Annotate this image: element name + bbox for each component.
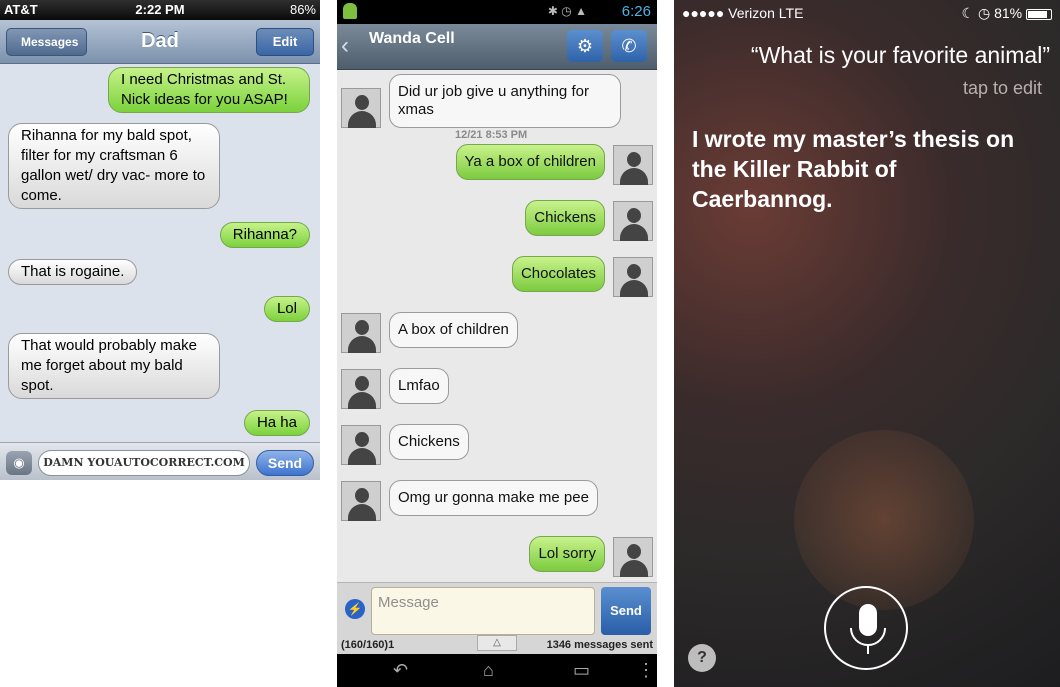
messages-sent-count: 1346 messages sent [546,639,653,651]
message-bubble-incoming: Did ur job give u anything for xmas [389,74,621,128]
network-label: LTE [778,5,804,21]
ios-nav-bar: Messages Dad Edit [0,20,320,64]
contact-settings-icon[interactable]: ⚙ [567,30,603,62]
contact-avatar [341,88,381,128]
message-bubble-outgoing: Lol sorry [529,536,605,572]
android-status-bar: ✱ ◷ ▲ 6:26 [337,0,657,24]
ios-status-bar: AT&T 2:22 PM 86% [0,0,320,20]
siri-response: I wrote my master’s thesis on the Killer… [692,126,1015,212]
android-messages-screen: ✱ ◷ ▲ 6:26 ‹ Wanda Cell ⚙ ✆ Did ur job g… [337,0,657,687]
user-avatar [613,145,653,185]
tap-to-edit-hint[interactable]: tap to edit [963,78,1042,99]
message-bubble-outgoing: Rihanna? [219,222,310,248]
contact-avatar [341,369,381,409]
lock-rotation-icon: ◷ [977,5,991,21]
android-nav-bar: ↶ ⌂ ▭ ⋮ [337,654,657,687]
recent-apps-icon[interactable]: ▭ [573,660,590,681]
microphone-icon [850,604,886,654]
ios-messages-screen: AT&T 2:22 PM 86% Messages Dad Edit I nee… [0,0,320,480]
message-bubble-outgoing: I need Christmas and St. Nick ideas for … [108,67,310,113]
ios-status-bar: ●●●●● Verizon LTE ☾ ◷ 81% [674,0,1060,26]
send-button[interactable]: Send [256,450,314,476]
contact-avatar [341,425,381,465]
message-bubble-incoming: That would probably make me forget about… [8,333,220,399]
battery-percent: 86% [289,2,316,17]
carrier-label: Verizon [728,5,775,21]
contact-avatar [341,481,381,521]
android-action-bar: ‹ Wanda Cell ⚙ ✆ [337,24,657,70]
help-icon[interactable]: ? [688,644,716,672]
battery-icon [1026,8,1052,20]
message-bubble-outgoing: Ha ha [243,410,310,436]
message-bubble-incoming: That is rogaine. [8,259,138,285]
character-counter: (160/160)1 [341,639,395,651]
message-bubble-outgoing: Ya a box of children [455,144,605,180]
send-button[interactable]: Send [601,587,651,635]
siri-screen: ●●●●● Verizon LTE ☾ ◷ 81% “What is your … [674,0,1060,687]
menu-icon[interactable]: ⋮ [637,660,655,681]
contact-avatar [341,313,381,353]
message-bubble-incoming: Omg ur gonna make me pee [389,480,598,516]
user-avatar [613,201,653,241]
status-time: 6:26 [621,3,651,20]
siri-query[interactable]: “What is your favorite animal” [751,42,1050,69]
expand-chevron-icon[interactable]: △ [477,635,517,651]
moon-icon: ☾ [961,5,975,21]
user-avatar [613,257,653,297]
phone-call-icon[interactable]: ✆ [611,30,647,62]
carrier-info: ●●●●● Verizon LTE [682,5,804,21]
user-avatar [613,537,653,577]
battery-percent: 81% [994,5,1023,21]
ios-compose-bar: ◉ DAMN YOUAUTOCORRECT.COM Send [0,442,320,480]
message-input[interactable]: Message [371,587,595,635]
message-bubble-incoming: Chickens [389,424,469,460]
message-bubble-incoming: Lmfao [389,368,449,404]
camera-icon[interactable]: ◉ [6,451,32,475]
microphone-button[interactable] [824,586,908,670]
message-bubble-outgoing: Lol [263,296,310,322]
android-compose-bar: ⚡ Message Send (160/160)1 △ 1346 message… [337,582,657,654]
back-chevron-icon[interactable]: ‹ [341,32,349,60]
edit-button[interactable]: Edit [256,28,314,56]
status-time: 2:22 PM [135,2,185,17]
contact-name: Wanda Cell [369,30,455,47]
message-timestamp: 12/21 8:53 PM [455,129,528,141]
lightning-icon[interactable]: ⚡ [345,599,365,619]
message-bubble-incoming: Rihanna for my bald spot, filter for my … [8,123,220,209]
status-icons: ✱ ◷ ▲ [547,4,587,18]
message-bubble-outgoing: Chickens [525,200,605,236]
message-bubble-outgoing: Chocolates [511,256,605,292]
message-bubble-incoming: A box of children [389,312,518,348]
conversation-list[interactable]: Did ur job give u anything for xmas 12/2… [337,70,657,582]
android-notification-icon [343,3,357,19]
home-icon[interactable]: ⌂ [483,660,494,681]
back-icon[interactable]: ↶ [393,660,408,681]
message-input[interactable]: DAMN YOUAUTOCORRECT.COM [38,450,250,476]
battery-info: ☾ ◷ 81% [962,5,1052,22]
